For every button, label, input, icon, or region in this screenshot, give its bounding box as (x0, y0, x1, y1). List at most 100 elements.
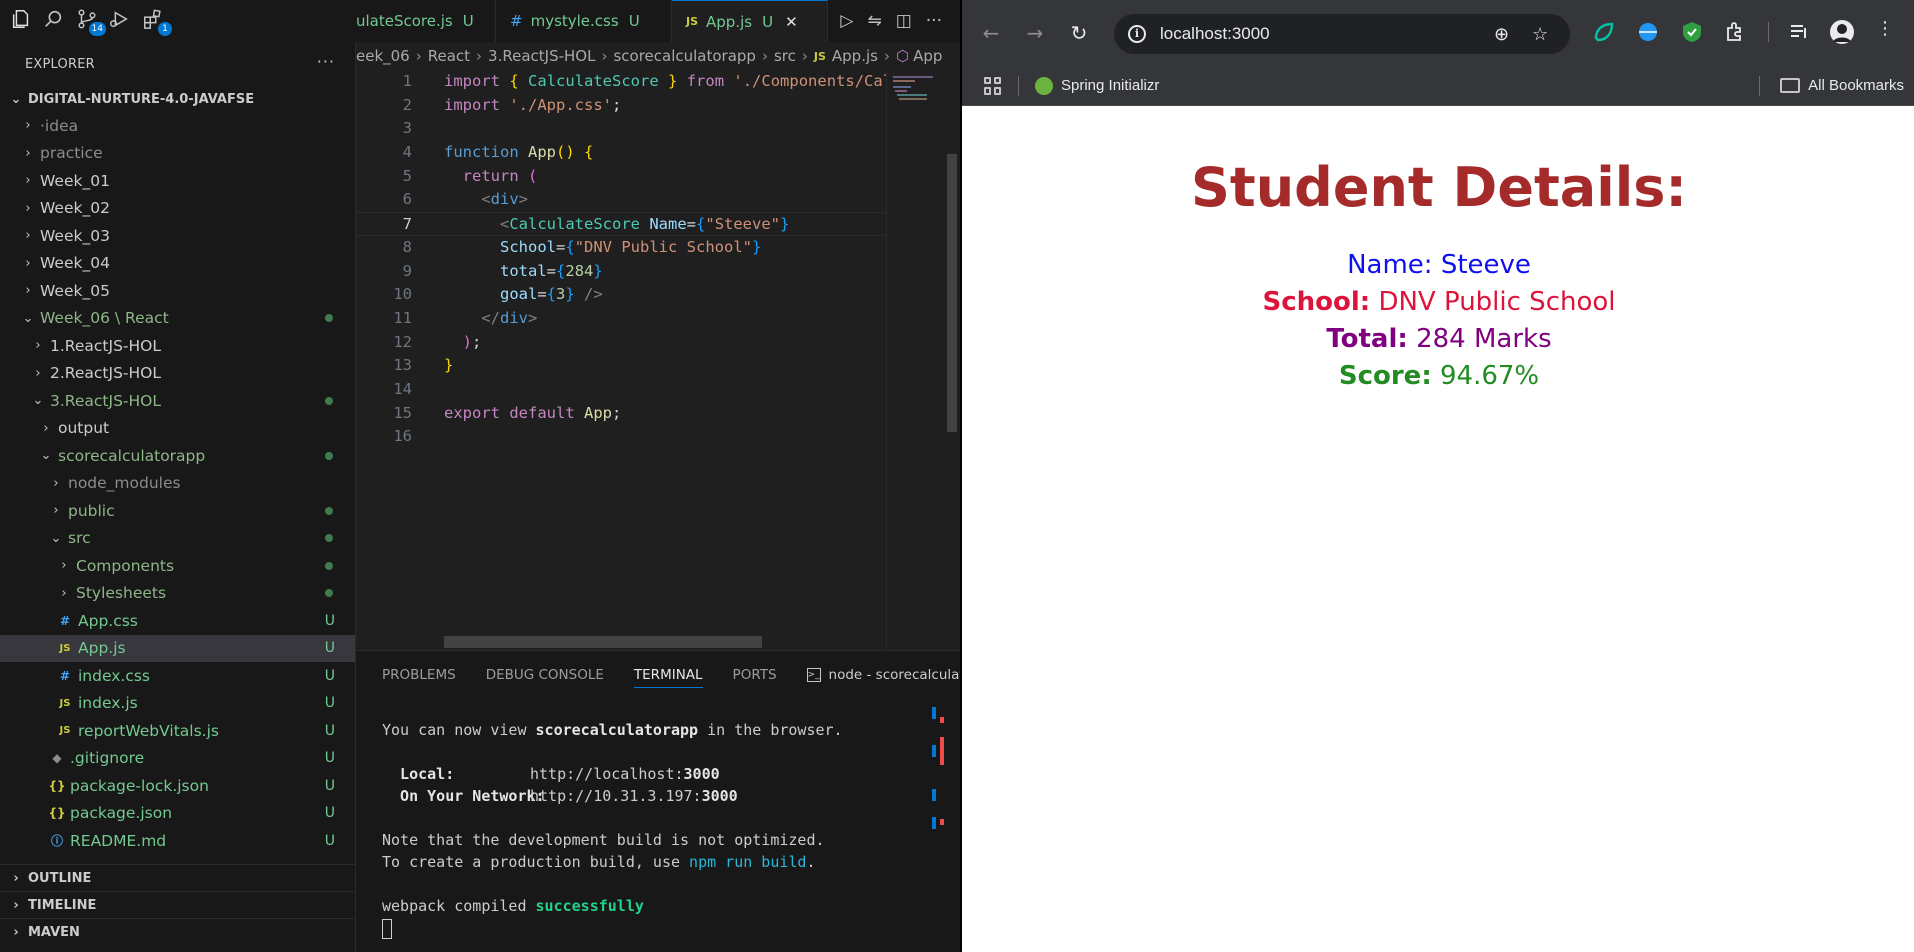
extensions-icon[interactable]: 1 (142, 8, 172, 36)
chevron-right-icon: › (883, 47, 890, 65)
tree-file[interactable]: {} package.json U (0, 800, 355, 828)
more-actions-icon[interactable]: ··· (926, 11, 942, 31)
apps-grid-icon[interactable] (984, 76, 1002, 95)
terminal-text: http://10.31.3.197: (530, 787, 702, 805)
file-tree: › ·idea › practice › Week_01 › Week_02 › Week_03 ›… (0, 112, 355, 855)
run-debug-icon[interactable] (108, 8, 134, 34)
editor-tabs: ulateScore.js U # mystyle.css U JS App.j… (356, 0, 960, 42)
more-actions-icon[interactable]: ··· (317, 52, 335, 71)
tree-item-label: index.css (78, 666, 151, 685)
breadcrumb-item[interactable]: scorecalculatorapp (613, 47, 756, 65)
chevron-right-icon: › (35, 338, 41, 354)
editor-scrollbar[interactable] (944, 70, 960, 650)
search-icon[interactable] (42, 8, 68, 34)
tree-file[interactable]: JS App.js U (0, 634, 355, 662)
tab-terminal[interactable]: TERMINAL (633, 667, 703, 688)
code-editor[interactable]: 1 import { CalculateScore } from './Compo… (356, 70, 886, 650)
tree-file[interactable]: ◆ .gitignore U (0, 745, 355, 773)
terminal-text: scorecalculatorapp (535, 721, 699, 739)
code-line: 14 (356, 378, 886, 402)
tree-file[interactable]: # App.css U (0, 607, 355, 635)
section-outline-label: OUTLINE (28, 870, 92, 886)
horizontal-scrollbar[interactable] (444, 636, 762, 648)
tree-folder[interactable]: › public (0, 497, 355, 525)
breadcrumb-item[interactable]: React (428, 47, 470, 65)
student-name: Name: Steeve (962, 247, 1914, 284)
browser-toolbar: ← → ↻ i localhost:3000 ⊕ ☆ ⋮ (962, 0, 1914, 66)
breadcrumb-item[interactable]: 3.ReactJS-HOL (488, 47, 595, 65)
tree-folder[interactable]: › output (0, 415, 355, 443)
bookmark-star-icon[interactable]: ☆ (1532, 24, 1548, 45)
back-icon[interactable]: ← (980, 22, 1002, 44)
section-outline[interactable]: › OUTLINE (0, 864, 356, 891)
code-line: 8 School={"DNV Public School"} (356, 236, 886, 260)
web-page: Student Details: Name: Steeve School: DN… (962, 106, 1914, 952)
tree-folder[interactable]: › Week_05 (0, 277, 355, 305)
tree-folder[interactable]: › Week_02 (0, 195, 355, 223)
browser-menu-icon[interactable]: ⋮ (1876, 18, 1894, 39)
explorer-icon[interactable] (10, 8, 36, 34)
tree-file[interactable]: JS reportWebVitals.js U (0, 717, 355, 745)
workspace-root[interactable]: ⌄ DIGITAL-NURTURE-4.0-JAVAFSE (0, 86, 355, 112)
terminal-output[interactable]: You can now view scorecalculatorapp in t… (356, 699, 960, 939)
all-bookmarks-button[interactable]: All Bookmarks (1759, 75, 1904, 96)
run-icon[interactable]: ▷ (840, 11, 853, 31)
git-status-badge: U (324, 750, 335, 767)
tree-folder[interactable]: › 2.ReactJS-HOL (0, 360, 355, 388)
extensions-puzzle-icon[interactable] (1724, 20, 1748, 44)
tree-folder[interactable]: › node_modules (0, 470, 355, 498)
tree-folder[interactable]: › Stylesheets (0, 580, 355, 608)
tab-mystyle[interactable]: # mystyle.css U (496, 0, 672, 42)
section-timeline[interactable]: › TIMELINE (0, 891, 356, 918)
reload-icon[interactable]: ↻ (1068, 22, 1090, 44)
tab-problems[interactable]: PROBLEMS (382, 667, 456, 683)
breadcrumb-item[interactable]: eek_06 (356, 47, 410, 65)
zoom-icon[interactable]: ⊕ (1494, 24, 1509, 45)
tree-folder[interactable]: ⌄ scorecalculatorapp (0, 442, 355, 470)
student-score: Score: 94.67% (962, 358, 1914, 395)
tab-calculatescore[interactable]: ulateScore.js U (356, 0, 496, 42)
media-queue-icon[interactable] (1788, 20, 1812, 44)
code-line: 9 total={284} (356, 260, 886, 284)
site-info-icon[interactable]: i (1128, 25, 1146, 43)
tab-debug-console[interactable]: DEBUG CONSOLE (486, 667, 604, 683)
tab-app-js[interactable]: JS App.js U ✕ (672, 0, 828, 42)
tree-folder[interactable]: › Components (0, 552, 355, 580)
tree-folder[interactable]: › Week_04 (0, 250, 355, 278)
score-value: 94.67% (1439, 361, 1540, 391)
score-label: Score: (1338, 361, 1432, 391)
tree-folder[interactable]: › practice (0, 140, 355, 168)
breadcrumb-item[interactable]: App.js (832, 47, 878, 65)
extension-globe-icon[interactable] (1636, 20, 1660, 44)
tree-folder[interactable]: ⌄ 3.ReactJS-HOL (0, 387, 355, 415)
bookmark-spring-initializr[interactable]: Spring Initializr (1035, 76, 1159, 95)
tree-folder[interactable]: ⌄ Week_06 \ React (0, 305, 355, 333)
chevron-right-icon: › (25, 283, 31, 299)
split-editor-icon[interactable]: ◫ (896, 11, 912, 31)
tree-item-label: practice (40, 144, 103, 163)
extension-leaf-icon[interactable] (1592, 20, 1616, 44)
breadcrumb-item[interactable]: App (913, 47, 942, 65)
tree-file[interactable]: ⓘ README.md U (0, 827, 355, 855)
line-number: 4 (402, 143, 412, 162)
extension-shield-icon[interactable] (1680, 20, 1704, 44)
tree-folder[interactable]: › Week_01 (0, 167, 355, 195)
compare-icon[interactable]: ⇋ (867, 11, 881, 31)
section-maven[interactable]: › MAVEN (0, 918, 356, 945)
address-bar[interactable]: i localhost:3000 ⊕ ☆ (1114, 14, 1570, 54)
tree-file[interactable]: {} package-lock.json U (0, 772, 355, 800)
terminal-scrollbar[interactable] (932, 707, 944, 947)
tab-ports[interactable]: PORTS (733, 667, 777, 683)
forward-icon[interactable]: → (1024, 22, 1046, 44)
tree-folder[interactable]: › 1.ReactJS-HOL (0, 332, 355, 360)
tree-file[interactable]: # index.css U (0, 662, 355, 690)
minimap[interactable] (886, 70, 944, 650)
tree-file[interactable]: JS index.js U (0, 690, 355, 718)
profile-avatar-icon[interactable] (1830, 20, 1854, 44)
breadcrumb-item[interactable]: src (774, 47, 796, 65)
tree-folder[interactable]: › Week_03 (0, 222, 355, 250)
tree-folder[interactable]: › ·idea (0, 112, 355, 140)
source-control-icon[interactable]: 14 (76, 8, 106, 36)
close-icon[interactable]: ✕ (785, 13, 798, 31)
tree-folder[interactable]: ⌄ src (0, 525, 355, 553)
